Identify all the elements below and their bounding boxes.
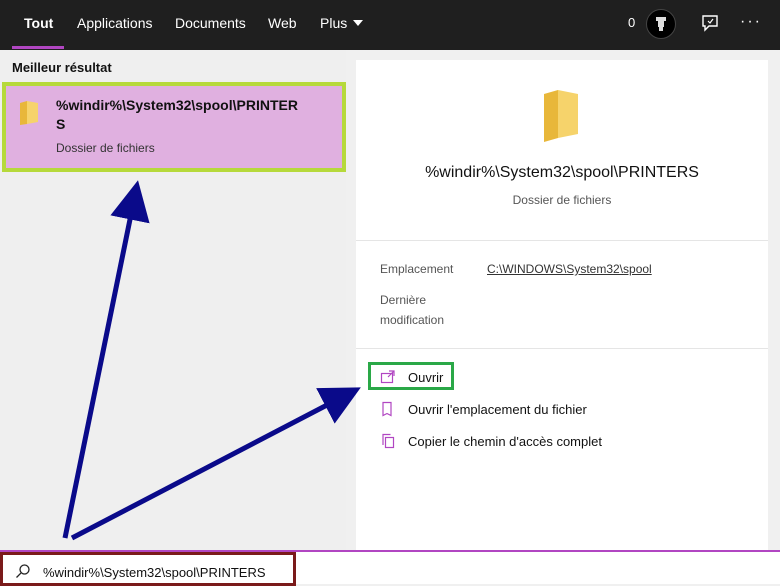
more-options-icon[interactable]: ··· xyxy=(740,0,762,50)
feedback-icon[interactable] xyxy=(700,13,720,33)
best-result-heading: Meilleur résultat xyxy=(12,60,112,75)
active-tab-indicator xyxy=(12,46,64,49)
location-label: Emplacement xyxy=(380,262,454,276)
tab-web[interactable]: Web xyxy=(268,0,297,50)
best-result-type: Dossier de fichiers xyxy=(56,141,155,155)
results-panel: Meilleur résultat %windir%\System32\spoo… xyxy=(0,50,346,550)
search-bar: %windir%\System32\spool\PRINTERS xyxy=(0,550,780,586)
tab-applications[interactable]: Applications xyxy=(77,0,153,50)
tab-documents[interactable]: Documents xyxy=(175,0,246,50)
search-input[interactable]: %windir%\System32\spool\PRINTERS xyxy=(0,552,296,586)
open-action-label: Ouvrir xyxy=(408,370,444,385)
detail-panel: %windir%\System32\spool\PRINTERS Dossier… xyxy=(356,60,768,550)
copy-path-icon xyxy=(380,433,396,452)
divider xyxy=(356,240,768,241)
location-link[interactable]: C:\WINDOWS\System32\spool xyxy=(487,262,652,276)
folder-icon xyxy=(18,100,40,131)
open-location-icon xyxy=(380,401,396,420)
tab-more[interactable]: Plus xyxy=(320,0,364,50)
folder-icon xyxy=(542,88,582,149)
open-icon xyxy=(380,369,396,388)
best-result-item[interactable]: %windir%\System32\spool\PRINTERS Dossier… xyxy=(2,82,346,172)
detail-type: Dossier de fichiers xyxy=(512,193,612,207)
top-nav-bar: Tout Applications Documents Web Plus 0 ·… xyxy=(0,0,780,50)
search-icon xyxy=(15,563,31,584)
tab-more-label: Plus xyxy=(320,15,348,31)
divider xyxy=(356,348,768,349)
detail-title: %windir%\System32\spool\PRINTERS xyxy=(425,164,699,181)
best-result-title: %windir%\System32\spool\PRINTERS xyxy=(56,97,298,132)
rewards-points: 0 xyxy=(628,15,636,30)
search-query: %windir%\System32\spool\PRINTERS xyxy=(43,565,266,580)
modified-label: Dernière modification xyxy=(380,293,445,327)
copy-path-label: Copier le chemin d'accès complet xyxy=(408,434,602,449)
chevron-down-icon xyxy=(353,20,364,27)
tab-all[interactable]: Tout xyxy=(24,0,53,50)
rewards-badge-icon[interactable] xyxy=(646,9,676,39)
open-location-label: Ouvrir l'emplacement du fichier xyxy=(408,402,587,417)
